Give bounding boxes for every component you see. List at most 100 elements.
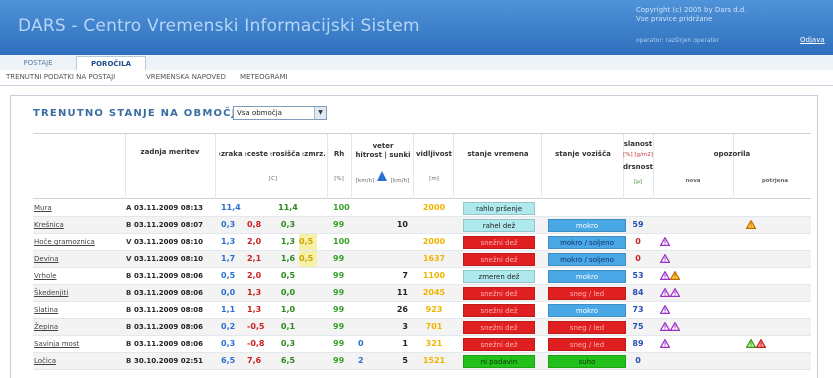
station-name-link[interactable]: Škedenjiti — [34, 285, 68, 301]
wind-gust: 1 — [402, 339, 408, 348]
col-slip: drsnost — [623, 163, 653, 171]
table-row[interactable]: Krešnica B 03.11.2009 08:07 0,3 0,8 0,3 99 10 ra… — [33, 217, 811, 234]
table-row[interactable]: Žepina B 03.11.2009 08:06 0,2 -0,5 0,1 99 3 701 s… — [33, 319, 811, 336]
station-name-link[interactable]: Krešnica — [34, 217, 64, 233]
region-select-value: Vsa območja — [237, 109, 282, 117]
temp-freeze — [299, 285, 317, 301]
visibility-value: 1100 — [422, 271, 446, 280]
table-row[interactable]: Ločica B 30.10.2009 02:51 6,5 7,6 6,5 99 2 5 1521… — [33, 353, 811, 370]
warning-triangle-icon[interactable] — [660, 254, 670, 263]
temp-dew: 1,6 — [280, 254, 296, 263]
temp-dew: 0,3 — [280, 220, 296, 229]
col-warn-new: nova — [685, 178, 701, 184]
logout-link[interactable]: Odjava — [800, 36, 825, 44]
warning-new-cell — [660, 319, 680, 335]
road-status: sneg / led — [548, 287, 626, 300]
table-row[interactable]: Devina V 03.11.2009 08:10 1,7 2,1 1,6 0,5 99 163… — [33, 251, 811, 268]
last-measurement: 03.11.2009 08:06 — [134, 272, 204, 280]
salinity-value: 0 — [635, 237, 641, 246]
station-type: V — [126, 255, 132, 263]
table-row[interactable]: Savinja most B 03.11.2009 08:06 0,3 -0,8 0,3 9… — [33, 336, 811, 353]
table-row[interactable]: Škedenjiti B 03.11.2009 08:06 0,0 1,3 0,0 99 11… — [33, 285, 811, 302]
warning-triangle-icon[interactable] — [756, 339, 766, 348]
app-header: DARS - Centro Vremenski Informacijski Si… — [0, 0, 833, 55]
subnav-bar: TRENUTNI PODATKI NA POSTAJI VREMENSKA NA… — [0, 70, 833, 86]
temp-road: 1,3 — [247, 305, 262, 314]
station-name-link[interactable]: Vrhole — [34, 268, 57, 284]
station-name-link[interactable]: Savinja most — [34, 336, 79, 352]
road-status: suho — [548, 355, 626, 368]
table-row[interactable]: Vrhole B 03.11.2009 08:06 0,5 2,0 0,5 99 7 1100 z… — [33, 268, 811, 285]
weather-status: rahel dež — [463, 219, 535, 232]
rights-line: Vse pravice pridržane — [636, 15, 713, 23]
weather-status: ni padavin — [463, 355, 535, 368]
warning-triangle-icon[interactable] — [670, 322, 680, 331]
col-salinity: slanost — [623, 140, 653, 148]
subnav-meteograms[interactable]: METEOGRAMI — [240, 73, 288, 81]
station-name-link[interactable]: Ločica — [34, 353, 56, 369]
warning-confirmed-cell — [746, 336, 766, 352]
col-t-freeze: zmrz. — [304, 150, 326, 158]
operator-label: operator: razširjen operater — [636, 37, 720, 44]
temp-freeze: 0,5 — [299, 234, 317, 250]
col-t-dew: rosišča — [272, 150, 301, 158]
last-measurement: 30.10.2009 02:51 — [134, 357, 204, 365]
app-title: DARS - Centro Vremenski Informacijski Si… — [18, 16, 420, 36]
subnav-current-data[interactable]: TRENUTNI PODATKI NA POSTAJI — [6, 73, 115, 81]
wind-gust: 5 — [402, 356, 408, 365]
warning-triangle-icon[interactable] — [660, 271, 670, 280]
warning-triangle-icon[interactable] — [660, 339, 670, 348]
tab-porocila[interactable]: POROČILA — [76, 56, 146, 70]
subnav-forecast[interactable]: VREMENSKA NAPOVED — [146, 73, 226, 81]
col-last: zadnja meritev — [140, 148, 200, 156]
warning-triangle-icon[interactable] — [670, 288, 680, 297]
warning-triangle-icon[interactable] — [670, 271, 680, 280]
temp-road: -0,8 — [247, 339, 265, 348]
wind-gust — [388, 234, 408, 250]
col-road: stanje vozišča — [555, 150, 611, 158]
col-wind-sub: hitrost | sunki — [355, 151, 411, 159]
wind-speed: 2 — [358, 356, 364, 365]
wind-arrow-icon — [377, 171, 387, 181]
salinity-value: 0 — [635, 356, 641, 365]
station-name-link[interactable]: Devina — [34, 251, 59, 267]
visibility-value: 1521 — [422, 356, 446, 365]
wind-gust — [388, 200, 408, 216]
region-select[interactable]: Vsa območja ▼ — [233, 106, 327, 120]
weather-status: snežni dež — [463, 304, 535, 317]
warning-triangle-icon[interactable] — [660, 322, 670, 331]
region-label: TRENUTNO STANJE NA OBMOČJU: — [33, 108, 252, 119]
table-row[interactable]: Slatina B 03.11.2009 08:08 1,1 1,3 1,0 99 26 923… — [33, 302, 811, 319]
visibility-value: 2000 — [422, 203, 446, 212]
tab-postaje[interactable]: POSTAJE — [18, 56, 58, 70]
weather-status: snežni dež — [463, 287, 535, 300]
warning-triangle-icon[interactable] — [746, 339, 756, 348]
col-t-air: zraka — [220, 150, 243, 158]
warning-triangle-icon[interactable] — [660, 288, 670, 297]
temp-road: 2,1 — [247, 254, 262, 263]
visibility-value: 701 — [425, 322, 443, 331]
table-row[interactable]: Hoče gramoznica V 03.11.2009 08:10 1,3 2,0 1,… — [33, 234, 811, 251]
station-name-link[interactable]: Mura — [34, 200, 52, 216]
temp-air: 1,3 — [221, 237, 236, 246]
salinity-value: 53 — [632, 271, 644, 280]
road-status: mokro — [548, 270, 626, 283]
wind-unit-1: [km/h] — [355, 178, 375, 184]
station-name-link[interactable]: Žepina — [34, 319, 58, 335]
road-status: sneg / led — [548, 321, 626, 334]
weather-status: snežni dež — [463, 338, 535, 351]
humidity-value: 99 — [333, 322, 345, 331]
table-row[interactable]: Mura A 03.11.2009 08:13 11,4 11,4 100 2000 rahl… — [33, 200, 811, 217]
weather-status: rahlo pršenje — [463, 202, 535, 215]
visibility-value: 321 — [425, 339, 443, 348]
warning-triangle-icon[interactable] — [660, 237, 670, 246]
warning-triangle-icon[interactable] — [746, 220, 756, 229]
chevron-down-icon[interactable]: ▼ — [314, 107, 326, 119]
road-status — [548, 202, 626, 215]
last-measurement: 03.11.2009 08:07 — [134, 221, 204, 229]
temp-air: 1,1 — [221, 305, 236, 314]
station-name-link[interactable]: Slatina — [34, 302, 58, 318]
temp-air: 0,3 — [221, 339, 236, 348]
station-name-link[interactable]: Hoče gramoznica — [34, 234, 95, 250]
warning-triangle-icon[interactable] — [660, 305, 670, 314]
